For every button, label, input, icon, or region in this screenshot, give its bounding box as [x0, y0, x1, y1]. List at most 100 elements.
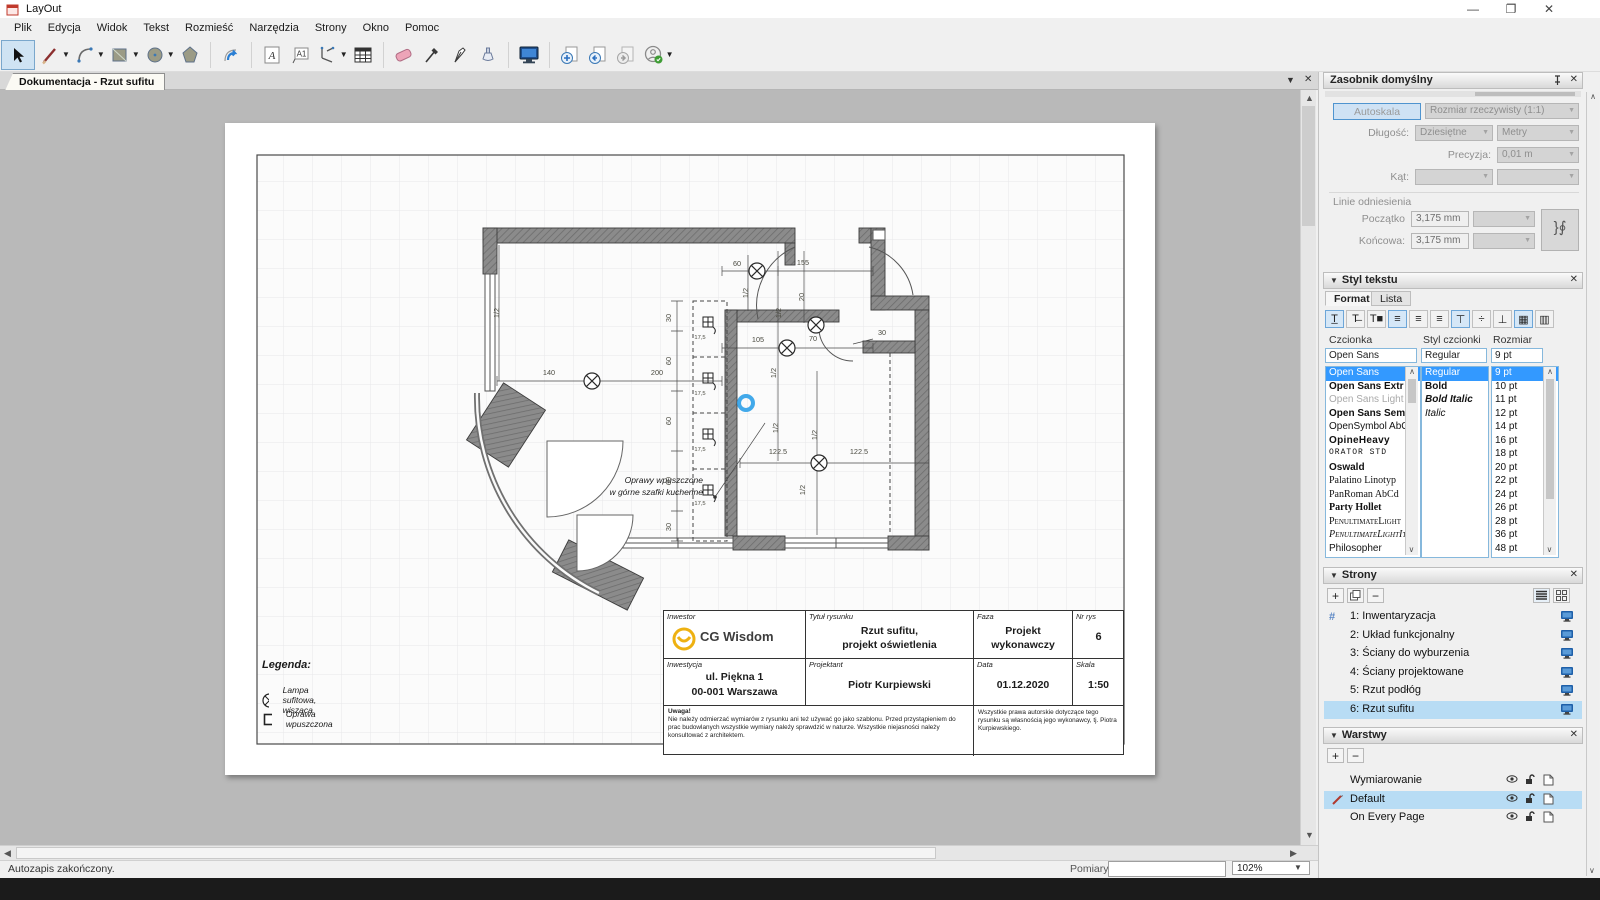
style-option-0[interactable]: Regular — [1422, 367, 1488, 381]
page-item-3[interactable]: 3: Ściany do wyburzenia — [1324, 645, 1582, 664]
page-list-view-button[interactable] — [1533, 588, 1550, 603]
layer-item-on-every-page[interactable]: On Every Page — [1324, 809, 1582, 828]
arc-tool[interactable] — [72, 42, 98, 68]
anchor-left-icon[interactable]: ▦ — [1514, 310, 1533, 328]
menu-rozmieść[interactable]: Rozmieść — [177, 20, 241, 36]
text-tool[interactable]: A — [259, 42, 285, 68]
text-color-icon[interactable]: T■ — [1367, 310, 1386, 328]
font-list-scrollbar[interactable]: ∧∨ — [1405, 367, 1418, 555]
layer-share-icon[interactable] — [1542, 811, 1555, 823]
tray-scrollbar[interactable]: ∧∨ — [1586, 92, 1599, 876]
pages-header[interactable]: ▼Strony ✕ — [1323, 567, 1583, 584]
font-input[interactable]: Open Sans — [1325, 348, 1417, 363]
anchor-right-icon[interactable]: ▥ — [1535, 310, 1554, 328]
style-option-1[interactable]: Bold — [1422, 381, 1488, 395]
menu-pomoc[interactable]: Pomoc — [397, 20, 447, 36]
tab-lista[interactable]: Lista — [1371, 291, 1411, 306]
underline-icon[interactable]: T̲ — [1325, 310, 1344, 328]
layer-share-icon[interactable] — [1542, 793, 1555, 805]
horizontal-scroll-thumb[interactable] — [16, 847, 936, 859]
valign-top-icon[interactable]: ⊤ — [1451, 310, 1470, 328]
font-style-list[interactable]: RegularBoldBold ItalicItalic — [1421, 366, 1489, 558]
text-style-close-icon[interactable]: ✕ — [1570, 274, 1578, 285]
page-grid-view-button[interactable] — [1553, 588, 1570, 603]
circle-tool[interactable] — [142, 42, 168, 68]
circle-tool-caret[interactable]: ▼ — [167, 50, 175, 59]
account-caret[interactable]: ▼ — [666, 50, 674, 59]
page-item-1[interactable]: 1: Inwentaryzacja — [1324, 608, 1582, 627]
eyedropper-tool[interactable] — [419, 42, 445, 68]
align-right-icon[interactable]: ≡ — [1430, 310, 1449, 328]
rectangle-tool[interactable] — [107, 42, 133, 68]
layer-lock-icon[interactable] — [1524, 774, 1537, 786]
align-left-icon[interactable]: ≡ — [1388, 310, 1407, 328]
size-option-14[interactable]: 72 pt — [1492, 556, 1558, 558]
line-tool-caret[interactable]: ▼ — [62, 50, 70, 59]
tray-close-icon[interactable]: ✕ — [1570, 74, 1578, 85]
rectangle-tool-caret[interactable]: ▼ — [132, 50, 140, 59]
page-item-6[interactable]: 6: Rzut sufitu — [1324, 701, 1582, 720]
glue-tool[interactable] — [475, 42, 501, 68]
autoscale-button[interactable]: Autoskala — [1333, 103, 1421, 120]
layer-item-wymiarowanie[interactable]: Wymiarowanie — [1324, 772, 1582, 791]
next-page-button[interactable] — [613, 42, 639, 68]
paper-sheet[interactable]: Oprawy wpuszczone w górne szafki kuchenn… — [225, 123, 1155, 775]
eraser-tool[interactable] — [391, 42, 417, 68]
page-item-4[interactable]: 4: Ściany projektowane — [1324, 664, 1582, 683]
drawing-canvas[interactable]: Oprawy wpuszczone w górne szafki kuchenn… — [0, 90, 1300, 845]
remove-page-button[interactable]: − — [1367, 588, 1384, 603]
layer-lock-icon[interactable] — [1524, 793, 1537, 805]
layer-item-default[interactable]: Default — [1324, 791, 1582, 810]
layers-header[interactable]: ▼Warstwy ✕ — [1323, 727, 1583, 744]
close-button[interactable]: ✕ — [1534, 2, 1564, 16]
pages-close-icon[interactable]: ✕ — [1570, 569, 1578, 580]
layer-lock-icon[interactable] — [1524, 811, 1537, 823]
end-style-select[interactable]: ▼ — [1473, 233, 1535, 249]
strike-icon[interactable]: T̶ — [1346, 310, 1365, 328]
measurements-input[interactable] — [1108, 861, 1226, 877]
polygon-tool[interactable] — [177, 42, 203, 68]
pen-tool[interactable] — [447, 42, 473, 68]
page-presentation-icon[interactable] — [1560, 610, 1574, 622]
valign-center-icon[interactable]: ÷ — [1472, 310, 1491, 328]
tray-header[interactable]: Zasobnik domyślny ✕ — [1323, 72, 1583, 89]
start-style-select[interactable]: ▼ — [1473, 211, 1535, 227]
duplicate-page-button[interactable] — [1347, 588, 1364, 603]
menu-narzędzia[interactable]: Narzędzia — [241, 20, 307, 36]
add-layer-button[interactable]: + — [1327, 748, 1344, 763]
minimize-button[interactable]: — — [1458, 2, 1488, 16]
page-presentation-icon[interactable] — [1560, 629, 1574, 641]
page-item-2[interactable]: 2: Układ funkcjonalny — [1324, 627, 1582, 646]
page-presentation-icon[interactable] — [1560, 684, 1574, 696]
menu-plik[interactable]: Plik — [6, 20, 40, 36]
page-item-5[interactable]: 5: Rzut podłóg — [1324, 682, 1582, 701]
restore-button[interactable]: ❐ — [1496, 2, 1526, 16]
scale-select[interactable]: Rozmiar rzeczywisty (1:1)▼ — [1425, 103, 1579, 119]
menu-tekst[interactable]: Tekst — [135, 20, 177, 36]
tab-close-icon[interactable]: ✕ — [1304, 74, 1312, 85]
start-value-input[interactable]: 3,175 mm — [1411, 211, 1469, 227]
page-presentation-icon[interactable] — [1560, 703, 1574, 715]
end-value-input[interactable]: 3,175 mm — [1411, 233, 1469, 249]
style-option-3[interactable]: Italic — [1422, 408, 1488, 422]
layer-visibility-icon[interactable] — [1506, 793, 1519, 805]
style-option-2[interactable]: Bold Italic — [1422, 394, 1488, 408]
layer-visibility-icon[interactable] — [1506, 774, 1519, 786]
length-format-select[interactable]: Dziesiętne▼ — [1415, 125, 1493, 141]
present-tool[interactable] — [516, 42, 542, 68]
size-list-scrollbar[interactable]: ∧∨ — [1543, 367, 1556, 555]
label-tool[interactable]: A1 — [287, 42, 313, 68]
page-presentation-icon[interactable] — [1560, 647, 1574, 659]
line-tool[interactable] — [37, 42, 63, 68]
layer-visibility-icon[interactable] — [1506, 811, 1519, 823]
precision-select[interactable]: 0,01 m▼ — [1497, 147, 1579, 163]
angle-precision-select[interactable]: ▼ — [1497, 169, 1579, 185]
length-unit-select[interactable]: Metry▼ — [1497, 125, 1579, 141]
dimension-tool[interactable] — [315, 42, 341, 68]
add-page-button[interactable] — [557, 42, 583, 68]
tray-top-scrollbar[interactable] — [1325, 91, 1581, 97]
pin-icon[interactable] — [1553, 75, 1562, 89]
menu-strony[interactable]: Strony — [307, 20, 355, 36]
arc-tool-caret[interactable]: ▼ — [97, 50, 105, 59]
font-style-input[interactable]: Regular — [1421, 348, 1487, 363]
